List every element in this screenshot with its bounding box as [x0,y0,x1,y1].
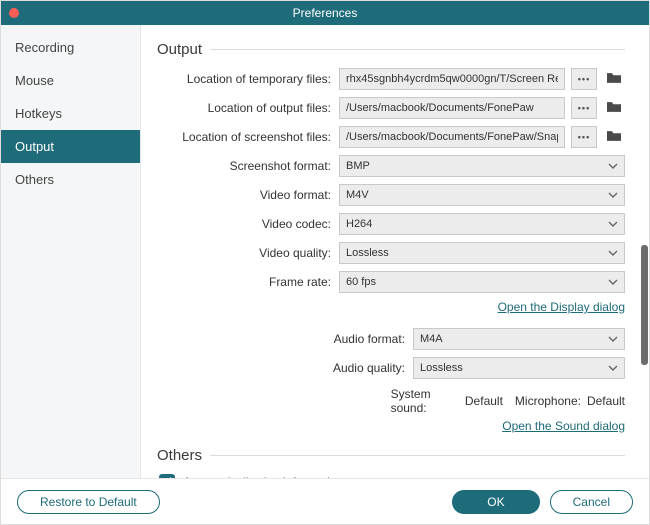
chevron-down-icon [608,277,618,287]
row-video-format: Video format: M4V [157,184,625,206]
label-audio-format: Audio format: [157,332,407,346]
select-value: M4V [346,189,369,201]
open-folder-temp[interactable] [603,68,625,90]
close-window-button[interactable] [9,8,19,18]
chevron-down-icon [608,190,618,200]
label-screenshot-files: Location of screenshot files: [157,130,333,144]
value-microphone: Default [587,394,625,408]
microphone: Microphone: Default [515,394,625,408]
select-value: M4A [420,333,443,345]
label-output-files: Location of output files: [157,101,333,115]
chevron-down-icon [608,248,618,258]
main-scroll: Output Location of temporary files: ••• … [141,25,641,478]
open-folder-output[interactable] [603,97,625,119]
row-video-quality: Video quality: Lossless [157,242,625,264]
folder-icon [605,100,623,117]
select-frame-rate[interactable]: 60 fps [339,271,625,293]
open-sound-dialog-link[interactable]: Open the Sound dialog [502,419,625,433]
select-value: H264 [346,218,372,230]
input-screenshot-files[interactable] [339,126,565,148]
row-screenshot-files: Location of screenshot files: ••• [157,126,625,148]
section-header-others: Others [157,447,625,464]
sidebar-item-output[interactable]: Output [1,130,140,163]
input-output-files[interactable] [339,97,565,119]
sidebar-item-hotkeys[interactable]: Hotkeys [1,97,140,130]
row-frame-rate: Frame rate: 60 fps [157,271,625,293]
select-screenshot-format[interactable]: BMP [339,155,625,177]
open-folder-screenshot[interactable] [603,126,625,148]
select-video-codec[interactable]: H264 [339,213,625,235]
restore-default-button[interactable]: Restore to Default [17,490,160,514]
divider [210,455,625,456]
select-value: BMP [346,160,370,172]
row-temp-files: Location of temporary files: ••• [157,68,625,90]
section-title: Output [157,41,202,58]
link-row-sound: Open the Sound dialog [157,419,625,433]
value-system-sound: Default [465,394,503,408]
select-audio-format[interactable]: M4A [413,328,625,350]
label-screenshot-format: Screenshot format: [157,159,333,173]
row-output-files: Location of output files: ••• [157,97,625,119]
chevron-down-icon [608,334,618,344]
row-video-codec: Video codec: H264 [157,213,625,235]
checkbox-auto-update[interactable] [159,474,175,478]
label-video-quality: Video quality: [157,246,333,260]
label-system-sound: System sound: [391,387,459,415]
more-button-screenshot[interactable]: ••• [571,126,597,148]
link-row-display: Open the Display dialog [157,300,625,314]
titlebar: Preferences [1,1,649,25]
window-title: Preferences [1,6,649,20]
row-auto-update: Automatically check for updates [159,474,625,478]
folder-icon [605,129,623,146]
open-display-dialog-link[interactable]: Open the Display dialog [498,300,625,314]
footer: Restore to Default OK Cancel [1,478,649,524]
label-video-codec: Video codec: [157,217,333,231]
sidebar: Recording Mouse Hotkeys Output Others [1,25,141,478]
row-audio-format: Audio format: M4A [157,328,625,350]
more-button-temp[interactable]: ••• [571,68,597,90]
input-temp-files[interactable] [339,68,565,90]
row-audio-quality: Audio quality: Lossless [157,357,625,379]
more-button-output[interactable]: ••• [571,97,597,119]
system-sound: System sound: Default [391,387,503,415]
ok-button[interactable]: OK [452,490,539,514]
divider [210,49,625,50]
scrollbar-thumb[interactable] [641,245,648,365]
section-header-output: Output [157,41,625,58]
select-video-quality[interactable]: Lossless [339,242,625,264]
select-video-format[interactable]: M4V [339,184,625,206]
chevron-down-icon [608,219,618,229]
sidebar-item-recording[interactable]: Recording [1,31,140,64]
select-value: 60 fps [346,276,376,288]
label-audio-quality: Audio quality: [157,361,407,375]
check-icon [162,475,173,478]
chevron-down-icon [608,363,618,373]
main-panel: Output Location of temporary files: ••• … [141,25,649,478]
body: Recording Mouse Hotkeys Output Others Ou… [1,25,649,478]
cancel-button[interactable]: Cancel [550,490,633,514]
label-auto-update: Automatically check for updates [183,475,352,478]
section-title: Others [157,447,202,464]
label-microphone: Microphone: [515,394,581,408]
label-frame-rate: Frame rate: [157,275,333,289]
label-temp-files: Location of temporary files: [157,72,333,86]
select-value: Lossless [420,362,463,374]
select-value: Lossless [346,247,389,259]
row-screenshot-format: Screenshot format: BMP [157,155,625,177]
select-audio-quality[interactable]: Lossless [413,357,625,379]
sidebar-item-others[interactable]: Others [1,163,140,196]
row-audio-devices: System sound: Default Microphone: Defaul… [157,387,625,415]
chevron-down-icon [608,161,618,171]
label-video-format: Video format: [157,188,333,202]
folder-icon [605,71,623,88]
sidebar-item-mouse[interactable]: Mouse [1,64,140,97]
